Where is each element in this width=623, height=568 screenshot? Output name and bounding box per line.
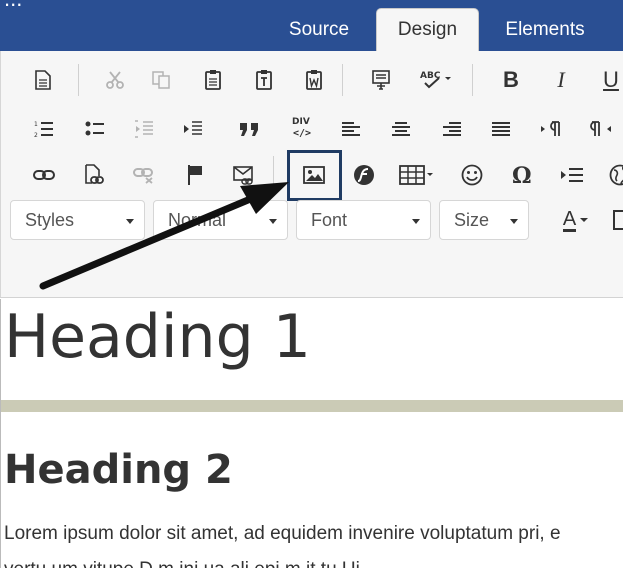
styles-dropdown-label: Styles xyxy=(25,209,75,230)
size-dropdown-label: Size xyxy=(454,209,490,230)
decrease-indent-icon[interactable] xyxy=(129,115,159,143)
align-center-icon[interactable] xyxy=(386,115,416,143)
styles-dropdown[interactable]: Styles xyxy=(10,200,145,240)
text-color-button[interactable]: A xyxy=(556,206,596,234)
separator xyxy=(273,156,274,192)
svg-text:</>: </> xyxy=(293,128,311,139)
new-page-icon[interactable] xyxy=(28,66,58,94)
rtl-direction-icon[interactable] xyxy=(586,115,616,143)
spellcheck-icon[interactable]: ABC xyxy=(416,66,456,94)
flash-icon[interactable] xyxy=(349,161,379,189)
justify-icon[interactable] xyxy=(486,115,516,143)
paste-text-icon[interactable] xyxy=(249,66,279,94)
italic-button[interactable]: I xyxy=(546,66,576,94)
bulleted-list-icon[interactable] xyxy=(80,115,110,143)
table-icon[interactable] xyxy=(398,161,436,189)
align-left-icon[interactable] xyxy=(336,115,366,143)
separator xyxy=(342,64,343,96)
align-right-icon[interactable] xyxy=(437,115,467,143)
editor-content[interactable]: Heading 1 Heading 2 Lorem ipsum dolor si… xyxy=(0,299,623,568)
ltr-direction-icon[interactable] xyxy=(536,115,566,143)
unlink-icon[interactable] xyxy=(129,161,159,189)
separator xyxy=(472,64,473,96)
partial-title: ... xyxy=(4,0,22,12)
document-link-icon[interactable] xyxy=(79,161,109,189)
chevron-down-icon xyxy=(412,219,420,224)
div-container-icon[interactable]: DIV </> xyxy=(286,113,316,141)
svg-text:Ω: Ω xyxy=(512,164,532,186)
chevron-down-icon xyxy=(126,219,134,224)
bold-button[interactable]: B xyxy=(496,66,526,94)
numbered-list-icon[interactable]: 12 xyxy=(29,115,59,143)
templates-icon[interactable] xyxy=(366,66,396,94)
underline-button[interactable]: U xyxy=(596,66,623,94)
separator xyxy=(78,64,79,96)
globe-icon[interactable] xyxy=(605,161,623,189)
text-color-label: A xyxy=(562,207,577,232)
cut-icon[interactable] xyxy=(100,66,130,94)
special-character-icon[interactable]: Ω xyxy=(507,161,537,189)
horizontal-rule xyxy=(1,400,623,412)
font-dropdown-label: Font xyxy=(311,209,348,230)
smiley-icon[interactable] xyxy=(457,161,487,189)
paragraph-line-1: Lorem ipsum dolor sit amet, ad equidem i… xyxy=(4,523,561,544)
size-dropdown[interactable]: Size xyxy=(439,200,529,240)
tab-source[interactable]: Source xyxy=(270,8,368,51)
chevron-down-icon xyxy=(510,219,518,224)
heading-1: Heading 1 xyxy=(4,302,311,372)
email-link-icon[interactable] xyxy=(229,161,259,189)
image-button-highlight xyxy=(287,150,342,201)
link-icon[interactable] xyxy=(29,161,59,189)
tab-elements[interactable]: Elements xyxy=(489,8,601,51)
format-dropdown[interactable]: Normal xyxy=(153,200,288,240)
chevron-down-icon xyxy=(269,219,277,224)
paste-icon[interactable] xyxy=(198,66,228,94)
anchor-flag-icon[interactable] xyxy=(180,161,210,189)
blockquote-icon[interactable] xyxy=(235,115,265,143)
background-color-button[interactable] xyxy=(612,206,623,234)
heading-2: Heading 2 xyxy=(4,447,233,493)
format-dropdown-label: Normal xyxy=(168,209,227,230)
paste-word-icon[interactable] xyxy=(299,66,329,94)
svg-text:DIV: DIV xyxy=(292,117,310,127)
horizontal-line-icon[interactable] xyxy=(557,161,587,189)
paragraph-line-2: vertu um vitupe D m ini ua ali epi m it … xyxy=(4,559,360,568)
chevron-down-icon xyxy=(580,218,589,222)
increase-indent-icon[interactable] xyxy=(178,115,208,143)
top-bar: ... Source Design Elements xyxy=(0,0,623,51)
svg-text:2: 2 xyxy=(34,132,38,138)
copy-icon[interactable] xyxy=(146,66,176,94)
svg-text:1: 1 xyxy=(34,121,38,128)
font-dropdown[interactable]: Font xyxy=(296,200,431,240)
tab-design[interactable]: Design xyxy=(376,8,479,51)
